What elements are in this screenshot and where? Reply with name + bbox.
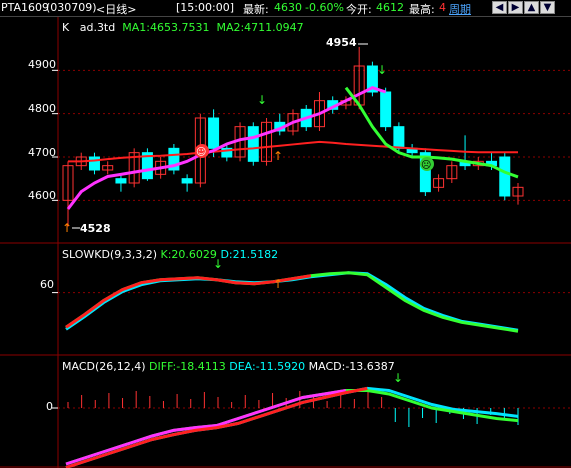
kd-k-value: K:20.6029 [160, 248, 217, 261]
main-panel-title: K ad.3td MA1:4653.7531 MA2:4711.0947 [62, 21, 304, 34]
down-arrow-icon: ↓ [393, 371, 403, 385]
smile-glyph: ☺ [196, 147, 206, 158]
candle-body [380, 91, 392, 128]
up-arrow-icon: ↑ [273, 277, 283, 291]
candle-body [88, 156, 100, 171]
macd-dea-value: DEA:-11.5920 [229, 360, 306, 373]
y-tick-4900: 4900 [28, 58, 56, 71]
down-arrow-icon: ↓ [257, 93, 267, 107]
kd-d-line [65, 271, 519, 332]
macd-diff-value: DIFF:-18.4113 [149, 360, 226, 373]
kd-k-line [65, 271, 519, 333]
kd-y-tick: 60 [40, 278, 54, 291]
macd-y-tick: 0 [46, 400, 53, 413]
kd-title: SLOWKD(9,3,3,2) [62, 248, 158, 261]
up-arrow-icon: ↑ [62, 221, 72, 235]
candle-body [499, 156, 511, 197]
low-price-marker: 4528 [80, 222, 111, 235]
candle-body [247, 126, 259, 162]
y-tick-4600: 4600 [28, 189, 56, 202]
macd-dea-up-segment [65, 386, 368, 468]
candle-body [115, 178, 127, 184]
indicator-label: ad.3td [79, 21, 116, 34]
macd-title: MACD(26,12,4) [62, 360, 146, 373]
kd-d-value: D:21.5182 [220, 248, 279, 261]
y-tick-4800: 4800 [28, 102, 56, 115]
y-tick-4700: 4700 [28, 146, 56, 159]
candle-body [393, 126, 405, 149]
up-arrow-icon: ↑ [273, 149, 283, 163]
candle-body [181, 178, 193, 184]
macd-value: MACD:-13.6387 [308, 360, 395, 373]
high-price-marker: 4954 [326, 36, 357, 49]
sad-glyph: ☹ [421, 160, 431, 171]
ma2-value: MA2:4711.0947 [216, 21, 304, 34]
k-label: K [62, 21, 70, 34]
kd-panel-title: SLOWKD(9,3,3,2) K:20.6029 D:21.5182 [62, 248, 278, 261]
candle-body [208, 117, 220, 149]
ma1-value: MA1:4653.7531 [122, 21, 210, 34]
macd-panel-title: MACD(26,12,4) DIFF:-18.4113 DEA:-11.5920… [62, 360, 395, 373]
down-arrow-icon: ↓ [377, 63, 387, 77]
